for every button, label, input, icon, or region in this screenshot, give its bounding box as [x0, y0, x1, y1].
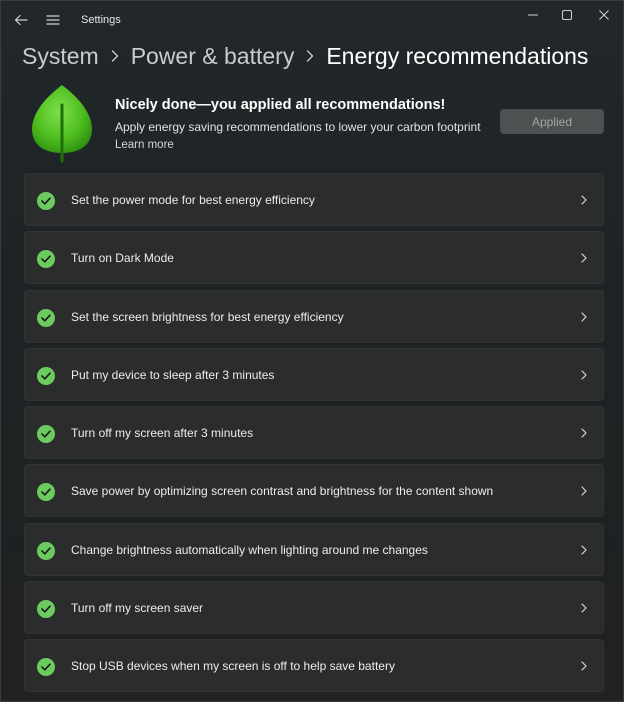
learn-more-link[interactable]: Learn more — [115, 139, 174, 151]
recommendation-label: Put my device to sleep after 3 minutes — [71, 367, 275, 382]
breadcrumb-power-battery[interactable]: Power & battery — [131, 43, 295, 70]
recommendation-usb-devices[interactable]: Stop USB devices when my screen is off t… — [24, 639, 604, 692]
hamburger-menu-icon — [46, 15, 60, 25]
recommendations-header: Nicely done—you applied all recommendati… — [24, 81, 604, 167]
minimize-icon — [528, 14, 538, 16]
chevron-right-icon — [579, 252, 589, 264]
recommendation-sleep[interactable]: Put my device to sleep after 3 minutes — [24, 347, 604, 401]
chevron-right-icon — [294, 46, 326, 66]
maximize-button[interactable] — [549, 1, 585, 29]
recommendation-label: Turn off my screen saver — [71, 600, 204, 615]
minimize-button[interactable] — [515, 1, 551, 29]
recommendation-list: Set the power mode for best energy effic… — [24, 173, 604, 697]
recommendation-label: Save power by optimizing screen contrast… — [71, 484, 494, 499]
recommendation-label: Turn off my screen after 3 minutes — [71, 426, 254, 440]
recommendation-power-mode[interactable]: Set the power mode for best energy effic… — [24, 173, 604, 226]
header-title: Nicely done—you applied all recommendati… — [115, 97, 446, 113]
recommendation-label: Change brightness automatically when lig… — [71, 542, 428, 557]
close-button[interactable] — [586, 1, 622, 29]
back-arrow-icon — [14, 14, 28, 26]
chevron-right-icon — [579, 602, 589, 614]
recommendation-label: Set the power mode for best energy effic… — [71, 193, 315, 207]
checkmark-circle-icon — [37, 599, 55, 618]
checkmark-circle-icon — [37, 308, 55, 327]
close-icon — [599, 10, 609, 20]
header-description: Apply energy saving recommendations to l… — [115, 120, 481, 134]
recommendation-screen-saver[interactable]: Turn off my screen saver — [24, 580, 604, 634]
recommendation-label: Set the screen brightness for best energ… — [71, 309, 344, 324]
chevron-right-icon — [579, 427, 589, 439]
recommendation-screen-off[interactable]: Turn off my screen after 3 minutes — [24, 406, 604, 459]
breadcrumb-system[interactable]: System — [22, 43, 99, 70]
maximize-icon — [562, 10, 572, 20]
recommendation-label: Stop USB devices when my screen is off t… — [71, 659, 395, 673]
chevron-right-icon — [579, 369, 589, 381]
recommendation-label: Turn on Dark Mode — [71, 251, 174, 266]
back-button[interactable] — [11, 10, 31, 30]
leaf-icon — [32, 85, 92, 163]
checkmark-circle-icon — [37, 192, 55, 210]
chevron-right-icon — [579, 311, 589, 323]
chevron-right-icon — [579, 485, 589, 497]
breadcrumb: System Power & battery Energy recommenda… — [22, 40, 588, 72]
navigation-menu-button[interactable] — [43, 10, 63, 30]
checkmark-circle-icon — [37, 658, 55, 676]
chevron-right-icon — [579, 660, 589, 672]
recommendation-screen-brightness[interactable]: Set the screen brightness for best energ… — [24, 289, 604, 343]
chevron-right-icon — [99, 46, 131, 66]
title-bar: Settings — [1, 1, 623, 37]
checkmark-circle-icon — [37, 541, 55, 560]
checkmark-circle-icon — [37, 483, 55, 502]
page-title: Energy recommendations — [326, 42, 589, 69]
checkmark-circle-icon — [37, 250, 55, 269]
chevron-right-icon — [579, 194, 589, 206]
settings-window: Settings System Power & battery Energy r… — [0, 0, 624, 702]
recommendation-content-adaptive[interactable]: Save power by optimizing screen contrast… — [24, 464, 604, 518]
checkmark-circle-icon — [37, 425, 55, 443]
recommendation-dark-mode[interactable]: Turn on Dark Mode — [24, 231, 604, 285]
chevron-right-icon — [579, 544, 589, 556]
checkmark-circle-icon — [37, 366, 55, 385]
app-title: Settings — [81, 14, 121, 26]
recommendation-auto-brightness[interactable]: Change brightness automatically when lig… — [24, 522, 604, 576]
applied-button: Applied — [500, 109, 604, 134]
